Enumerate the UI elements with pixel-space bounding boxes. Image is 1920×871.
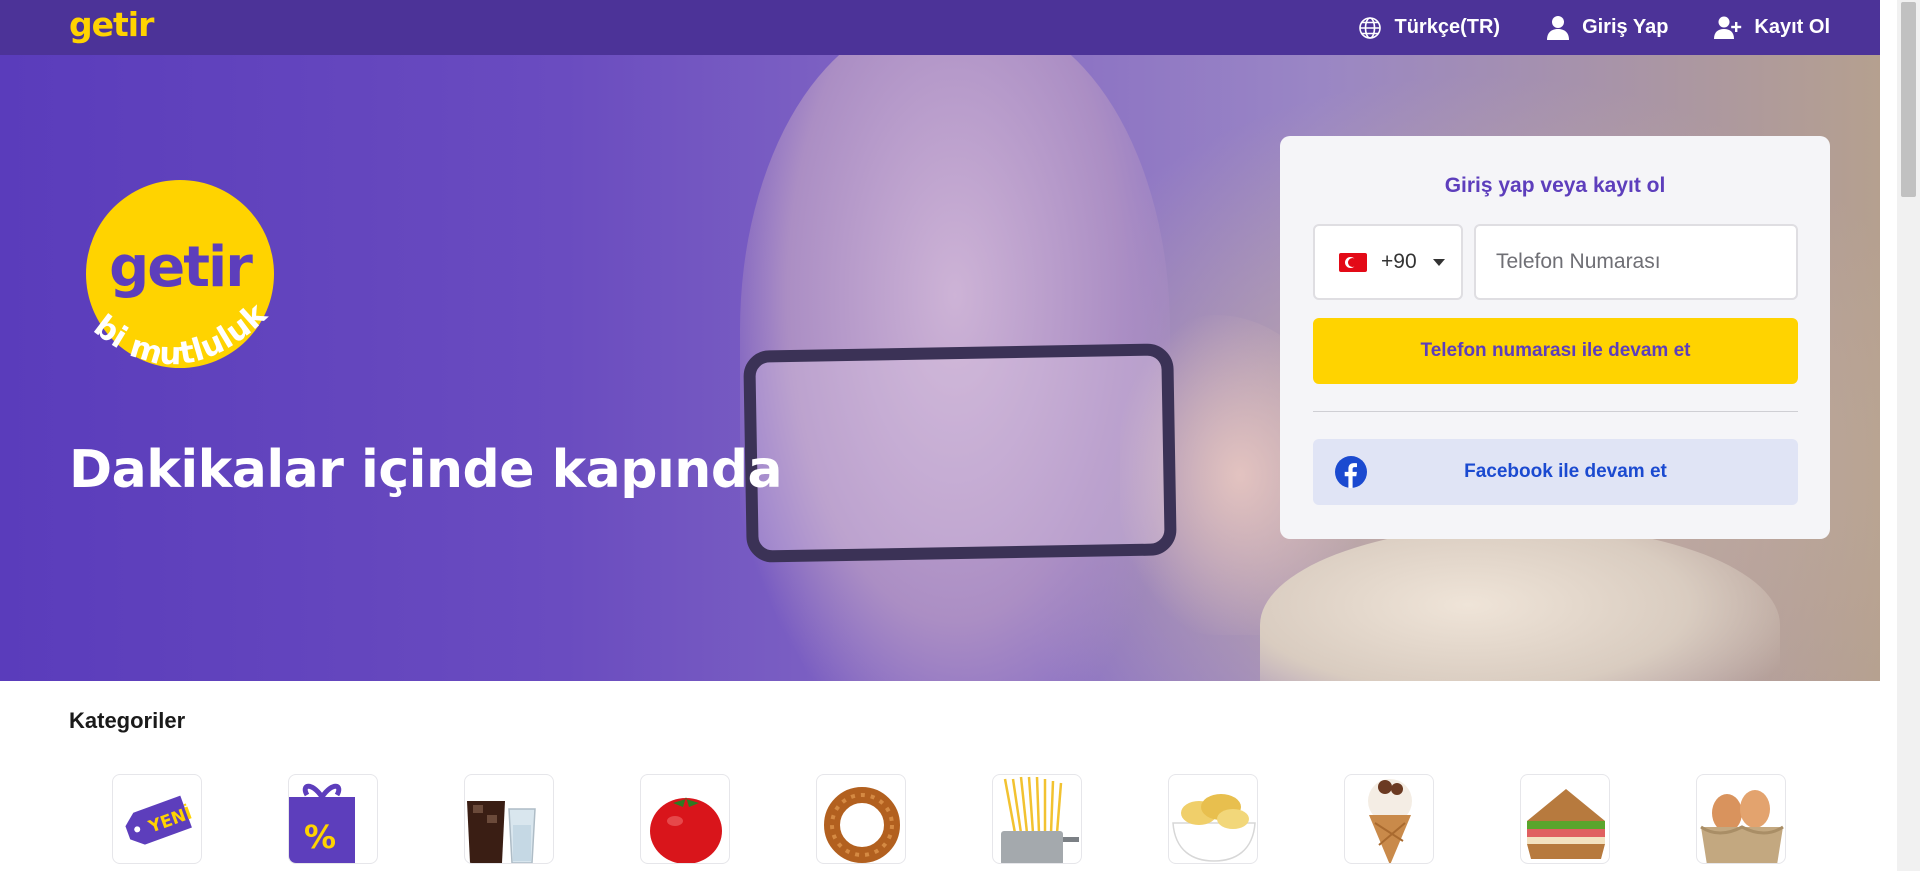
page-right-gutter xyxy=(1880,0,1897,871)
top-navbar: getir Türkçe(TR) Giriş Yap Kayıt Ol xyxy=(0,0,1880,55)
user-icon xyxy=(1547,15,1570,40)
nav-actions: Türkçe(TR) Giriş Yap Kayıt Ol xyxy=(1358,0,1830,55)
drinks-icon xyxy=(467,801,536,863)
divider xyxy=(1313,411,1798,412)
login-card: Giriş yap veya kayıt ol +90 Telefon numa… xyxy=(1280,136,1830,539)
category-breakfast[interactable] xyxy=(1696,774,1786,864)
gift-discount-icon: % xyxy=(289,783,355,863)
globe-icon xyxy=(1359,16,1382,39)
svg-text:bi mutluluk: bi mutluluk xyxy=(87,295,275,372)
badge-logo-text: getir xyxy=(109,235,253,300)
hero-headline: Dakikalar içinde kapında xyxy=(69,440,783,500)
category-drinks[interactable] xyxy=(464,774,554,864)
country-code-select[interactable]: +90 xyxy=(1313,224,1463,300)
category-basic-food[interactable] xyxy=(992,774,1082,864)
simit-icon xyxy=(824,787,900,863)
continue-with-phone-button[interactable]: Telefon numarası ile devam et xyxy=(1313,318,1798,384)
facebook-login-label: Facebook ile devam et xyxy=(1464,461,1667,482)
category-new[interactable]: YENİ xyxy=(112,774,202,864)
ice-cream-icon xyxy=(1368,779,1412,863)
category-snacks[interactable] xyxy=(1168,774,1258,864)
category-discounts-text: % xyxy=(304,818,336,856)
hero-photo-phone xyxy=(743,343,1177,563)
scrollbar-thumb[interactable] xyxy=(1901,2,1916,197)
pasta-icon xyxy=(1001,776,1079,863)
signup-label: Kayıt Ol xyxy=(1754,16,1830,38)
user-plus-icon xyxy=(1714,16,1742,39)
category-ready-food[interactable] xyxy=(1520,774,1610,864)
eggs-icon xyxy=(1700,790,1784,863)
login-label: Giriş Yap xyxy=(1582,16,1669,38)
category-ice-cream[interactable] xyxy=(1344,774,1434,864)
categories-title: Kategoriler xyxy=(69,708,186,733)
getir-logo[interactable]: getir xyxy=(69,5,154,44)
signup-link[interactable]: Kayıt Ol xyxy=(1714,16,1830,40)
category-bakery[interactable] xyxy=(816,774,906,864)
sandwich-icon xyxy=(1527,789,1605,859)
chips-icon xyxy=(1172,794,1256,862)
country-code-value: +90 xyxy=(1381,250,1417,273)
badge-slogan-text: bi mutluluk xyxy=(87,295,275,372)
new-tag-icon: YENİ xyxy=(125,795,195,845)
language-selector[interactable]: Türkçe(TR) xyxy=(1358,16,1500,40)
category-fruits-vegetables[interactable] xyxy=(640,774,730,864)
facebook-login-button[interactable]: Facebook ile devam et xyxy=(1313,439,1798,505)
category-discounts[interactable]: % xyxy=(288,774,378,864)
phone-number-input[interactable] xyxy=(1474,224,1798,300)
chevron-down-icon xyxy=(1432,258,1445,266)
turkey-flag-icon xyxy=(1339,252,1367,272)
login-link[interactable]: Giriş Yap xyxy=(1546,15,1668,41)
badge-slogan: bi mutluluk xyxy=(87,295,275,372)
language-label: Türkçe(TR) xyxy=(1394,16,1501,38)
login-title: Giriş yap veya kayıt ol xyxy=(1444,174,1666,197)
tomato-icon xyxy=(650,797,722,863)
vertical-scrollbar[interactable] xyxy=(1897,0,1920,871)
